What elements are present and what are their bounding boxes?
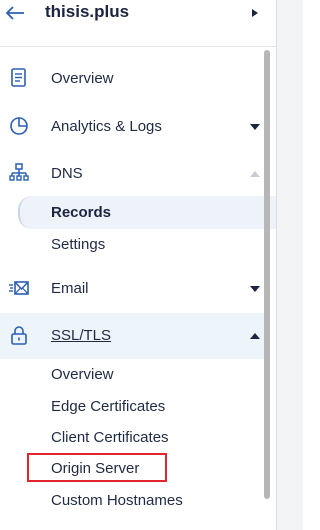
sidebar-item-overview[interactable]: Overview <box>0 56 270 102</box>
pie-chart-icon <box>10 117 28 135</box>
sidebar-subitem-records[interactable]: Records <box>51 204 111 221</box>
header-divider <box>0 46 276 47</box>
sidebar-item-analytics-logs[interactable]: Analytics & Logs <box>0 103 270 149</box>
caret-right-icon[interactable] <box>251 8 259 18</box>
content-edge <box>276 0 303 530</box>
scrollbar-thumb[interactable] <box>264 50 270 499</box>
chevron-down-icon[interactable] <box>249 285 261 293</box>
sidebar-item-label: DNS <box>51 165 83 182</box>
document-icon <box>11 68 26 87</box>
sidebar-item-label: Analytics & Logs <box>51 118 162 135</box>
sidebar-subitem-edge-certificates[interactable]: Edge Certificates <box>51 398 165 415</box>
sidebar-border <box>276 0 277 530</box>
sidebar-subitem-client-certificates[interactable]: Client Certificates <box>51 429 169 446</box>
sidebar-item-ssl-tls[interactable]: SSL/TLS <box>0 313 270 359</box>
lock-icon <box>11 326 27 345</box>
chevron-up-icon[interactable] <box>249 170 261 178</box>
sidebar-item-label: Email <box>51 280 89 297</box>
sidebar-subitem-settings[interactable]: Settings <box>51 236 105 253</box>
sidebar-subitem-custom-hostnames[interactable]: Custom Hostnames <box>51 492 183 509</box>
sidebar-item-dns[interactable]: DNS <box>0 150 270 196</box>
sidebar-item-label: Overview <box>51 70 114 87</box>
sidebar: thisis.plus Overview Analytics & Logs DN… <box>0 0 276 530</box>
chevron-down-icon[interactable] <box>249 123 261 131</box>
zone-title[interactable]: thisis.plus <box>45 2 129 22</box>
sidebar-subitem-ssl-overview[interactable]: Overview <box>51 366 114 383</box>
email-icon <box>9 281 29 295</box>
sidebar-item-label: SSL/TLS <box>51 327 112 344</box>
network-tree-icon <box>9 163 29 181</box>
sidebar-item-email[interactable]: Email <box>0 265 270 311</box>
back-arrow-icon[interactable] <box>4 4 26 22</box>
chevron-up-icon[interactable] <box>249 332 261 340</box>
sidebar-subitem-origin-server[interactable]: Origin Server <box>51 460 139 477</box>
zone-header: thisis.plus <box>0 0 276 46</box>
